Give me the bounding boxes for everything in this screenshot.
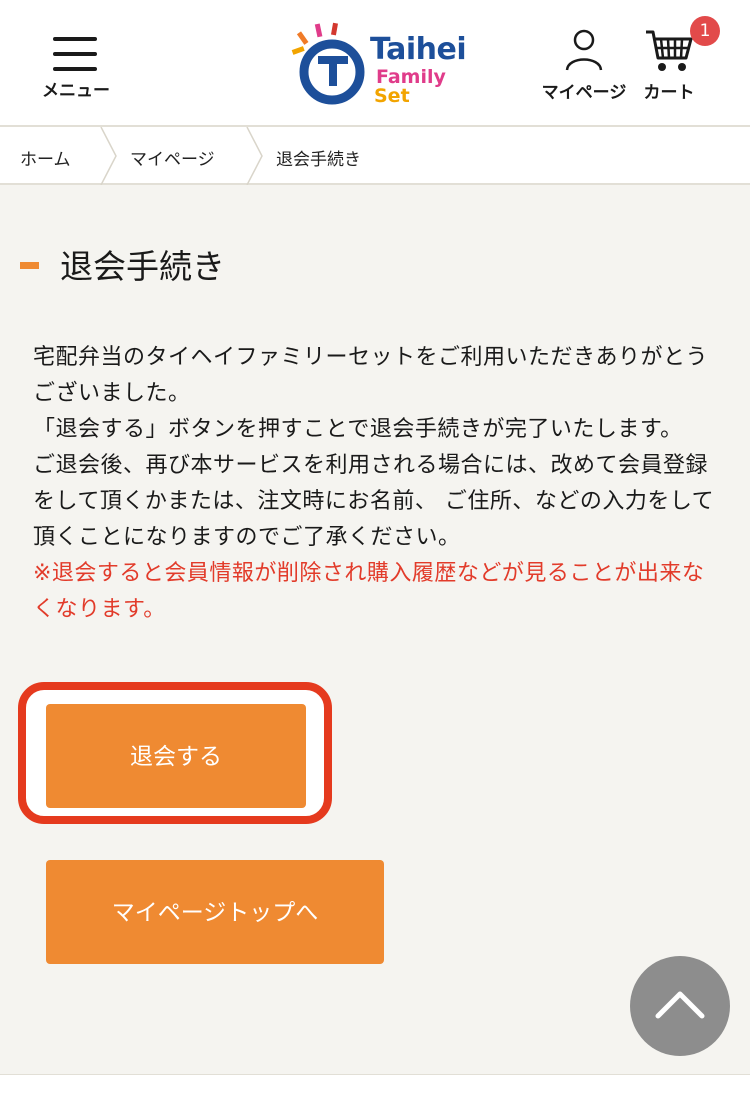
re-register-paragraph: ご退会後、再び本サービスを利用される場合には、改めて会員登録をして頂くかまたは、…: [33, 453, 715, 550]
warning-text: ※退会すると会員情報が削除され購入履歴などが見ることが出来なくなります。: [33, 561, 705, 622]
title-accent-bar: [20, 262, 39, 269]
cart-count-badge: 1: [690, 16, 720, 46]
breadcrumb-mypage[interactable]: マイページ: [130, 145, 215, 170]
page-title: 退会手続き: [60, 247, 225, 286]
cart-button[interactable]: 1 カート: [636, 16, 720, 104]
user-icon: [565, 29, 603, 71]
site-logo[interactable]: Taihei Family Set: [288, 18, 468, 110]
site-header: メニュー Taihei Family Set マイページ 1 カート: [0, 0, 750, 127]
menu-label: メニュー: [42, 81, 110, 101]
breadcrumb: ホーム マイページ 退会手続き: [0, 127, 750, 185]
cart-icon: [646, 30, 693, 71]
chevron-up-icon: [655, 991, 705, 1019]
breadcrumb-home[interactable]: ホーム: [20, 145, 71, 170]
logo-mark-icon: [291, 22, 365, 105]
cart-label: カート: [643, 83, 695, 103]
breadcrumb-current: 退会手続き: [276, 150, 361, 170]
logo-text-taihei: Taihei: [370, 32, 467, 67]
instruction-paragraph: 「退会する」ボタンを押すことで退会手続きが完了いたします。: [33, 417, 683, 442]
menu-button[interactable]: メニュー: [38, 34, 114, 104]
withdraw-button[interactable]: 退会する: [46, 704, 306, 808]
breadcrumb-separator-icon: [100, 127, 117, 185]
thanks-paragraph: 宅配弁当のタイヘイファミリーセットをご利用いただきありがとうございました。: [33, 345, 709, 406]
hamburger-icon: [53, 37, 97, 73]
logo-text-set: Set: [374, 85, 410, 107]
scroll-to-top-button[interactable]: [630, 956, 730, 1056]
footer-edge: [0, 1074, 750, 1098]
mypage-button[interactable]: マイページ: [536, 28, 632, 104]
mypage-label: マイページ: [541, 83, 627, 103]
breadcrumb-separator-icon: [246, 127, 263, 185]
withdrawal-description: 宅配弁当のタイヘイファミリーセットをご利用いただきありがとうございました。 「退…: [33, 340, 723, 628]
mypage-top-button[interactable]: マイページトップへ: [46, 860, 384, 964]
